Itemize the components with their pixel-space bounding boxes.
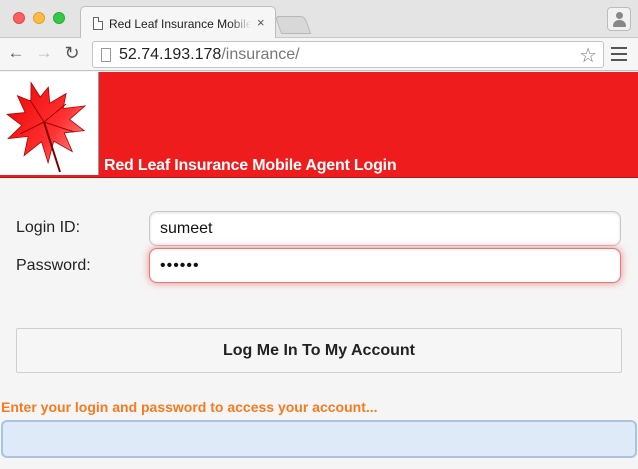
password-label: Password: (16, 257, 91, 274)
page-header: Red Leaf Insurance Mobile Agent Login (0, 72, 638, 178)
page-document-icon (93, 17, 103, 30)
login-id-label: Login ID: (16, 219, 81, 236)
star-icon[interactable]: ☆ (579, 43, 597, 68)
browser-tab[interactable]: Red Leaf Insurance Mobile Agent Login × (80, 6, 276, 39)
address-bar[interactable]: 52.74.193.178/insurance/ ☆ (92, 41, 604, 68)
status-output-field[interactable] (1, 420, 637, 458)
forward-arrow-icon[interactable]: → (34, 43, 54, 63)
login-id-input[interactable] (149, 211, 621, 246)
tab-title: Red Leaf Insurance Mobile Agent Login (109, 17, 251, 31)
hamburger-menu-icon[interactable] (611, 47, 627, 61)
tab-close-icon[interactable]: × (257, 15, 265, 30)
page-title: Red Leaf Insurance Mobile Agent Login (104, 157, 397, 174)
instruction-message: Enter your login and password to access … (1, 399, 378, 415)
window-minimize-button[interactable] (33, 12, 45, 24)
profile-button[interactable] (607, 7, 631, 31)
window-maximize-button[interactable] (53, 12, 65, 24)
reload-icon[interactable]: ↻ (62, 43, 82, 63)
browser-tab-strip: Red Leaf Insurance Mobile Agent Login × (0, 0, 638, 39)
password-input[interactable] (149, 248, 621, 283)
page-document-icon (101, 48, 111, 62)
browser-toolbar: ← → ↻ 52.74.193.178/insurance/ ☆ (0, 38, 638, 71)
url-path: /insurance/ (221, 46, 300, 63)
red-maple-leaf-logo (0, 72, 99, 175)
login-button[interactable]: Log Me In To My Account (16, 328, 622, 373)
new-tab-button[interactable] (274, 16, 312, 34)
window-close-button[interactable] (13, 12, 25, 24)
url-text[interactable]: 52.74.193.178/insurance/ (119, 46, 300, 64)
person-icon (616, 12, 623, 19)
url-host: 52.74.193.178 (119, 46, 222, 63)
back-arrow-icon[interactable]: ← (6, 43, 26, 63)
